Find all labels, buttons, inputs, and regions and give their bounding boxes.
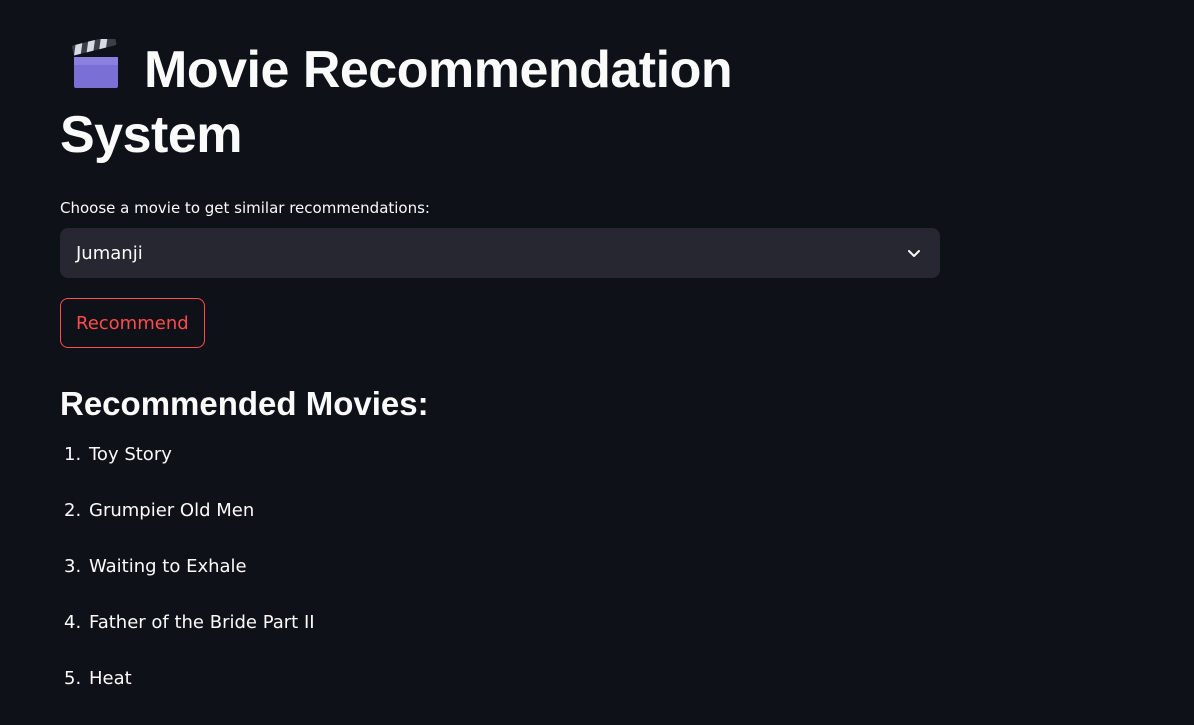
- list-item: 3. Waiting to Exhale: [60, 554, 940, 610]
- list-item-title: Father of the Bride Part II: [89, 612, 315, 633]
- chevron-down-icon[interactable]: [906, 245, 922, 261]
- main-content: Movie Recommendation System Choose a mov…: [60, 0, 940, 722]
- movie-select-label: Choose a movie to get similar recommenda…: [60, 199, 430, 217]
- page-title-text: Movie Recommendation System: [60, 41, 733, 164]
- list-item-title: Toy Story: [89, 444, 172, 465]
- list-item-number: 5.: [64, 668, 82, 689]
- list-item-number: 2.: [64, 500, 82, 521]
- recommended-movies-heading: Recommended Movies:: [60, 385, 429, 422]
- list-item: 2. Grumpier Old Men: [60, 498, 940, 554]
- clapper-board-icon: [72, 39, 118, 88]
- page-title: Movie Recommendation System: [60, 38, 760, 168]
- recommended-movies-list: 1. Toy Story 2. Grumpier Old Men 3. Wait…: [60, 442, 940, 722]
- recommend-button[interactable]: Recommend: [60, 298, 205, 348]
- list-item: 1. Toy Story: [60, 442, 940, 498]
- list-item: 4. Father of the Bride Part II: [60, 610, 940, 666]
- list-item: 5. Heat: [60, 666, 940, 722]
- movie-select-dropdown[interactable]: Jumanji: [60, 228, 940, 278]
- movie-select-value: Jumanji: [76, 242, 143, 264]
- list-item-number: 1.: [64, 444, 82, 465]
- list-item-title: Grumpier Old Men: [89, 500, 255, 521]
- list-item-title: Waiting to Exhale: [89, 556, 247, 577]
- list-item-number: 3.: [64, 556, 82, 577]
- list-item-title: Heat: [89, 668, 132, 689]
- list-item-number: 4.: [64, 612, 82, 633]
